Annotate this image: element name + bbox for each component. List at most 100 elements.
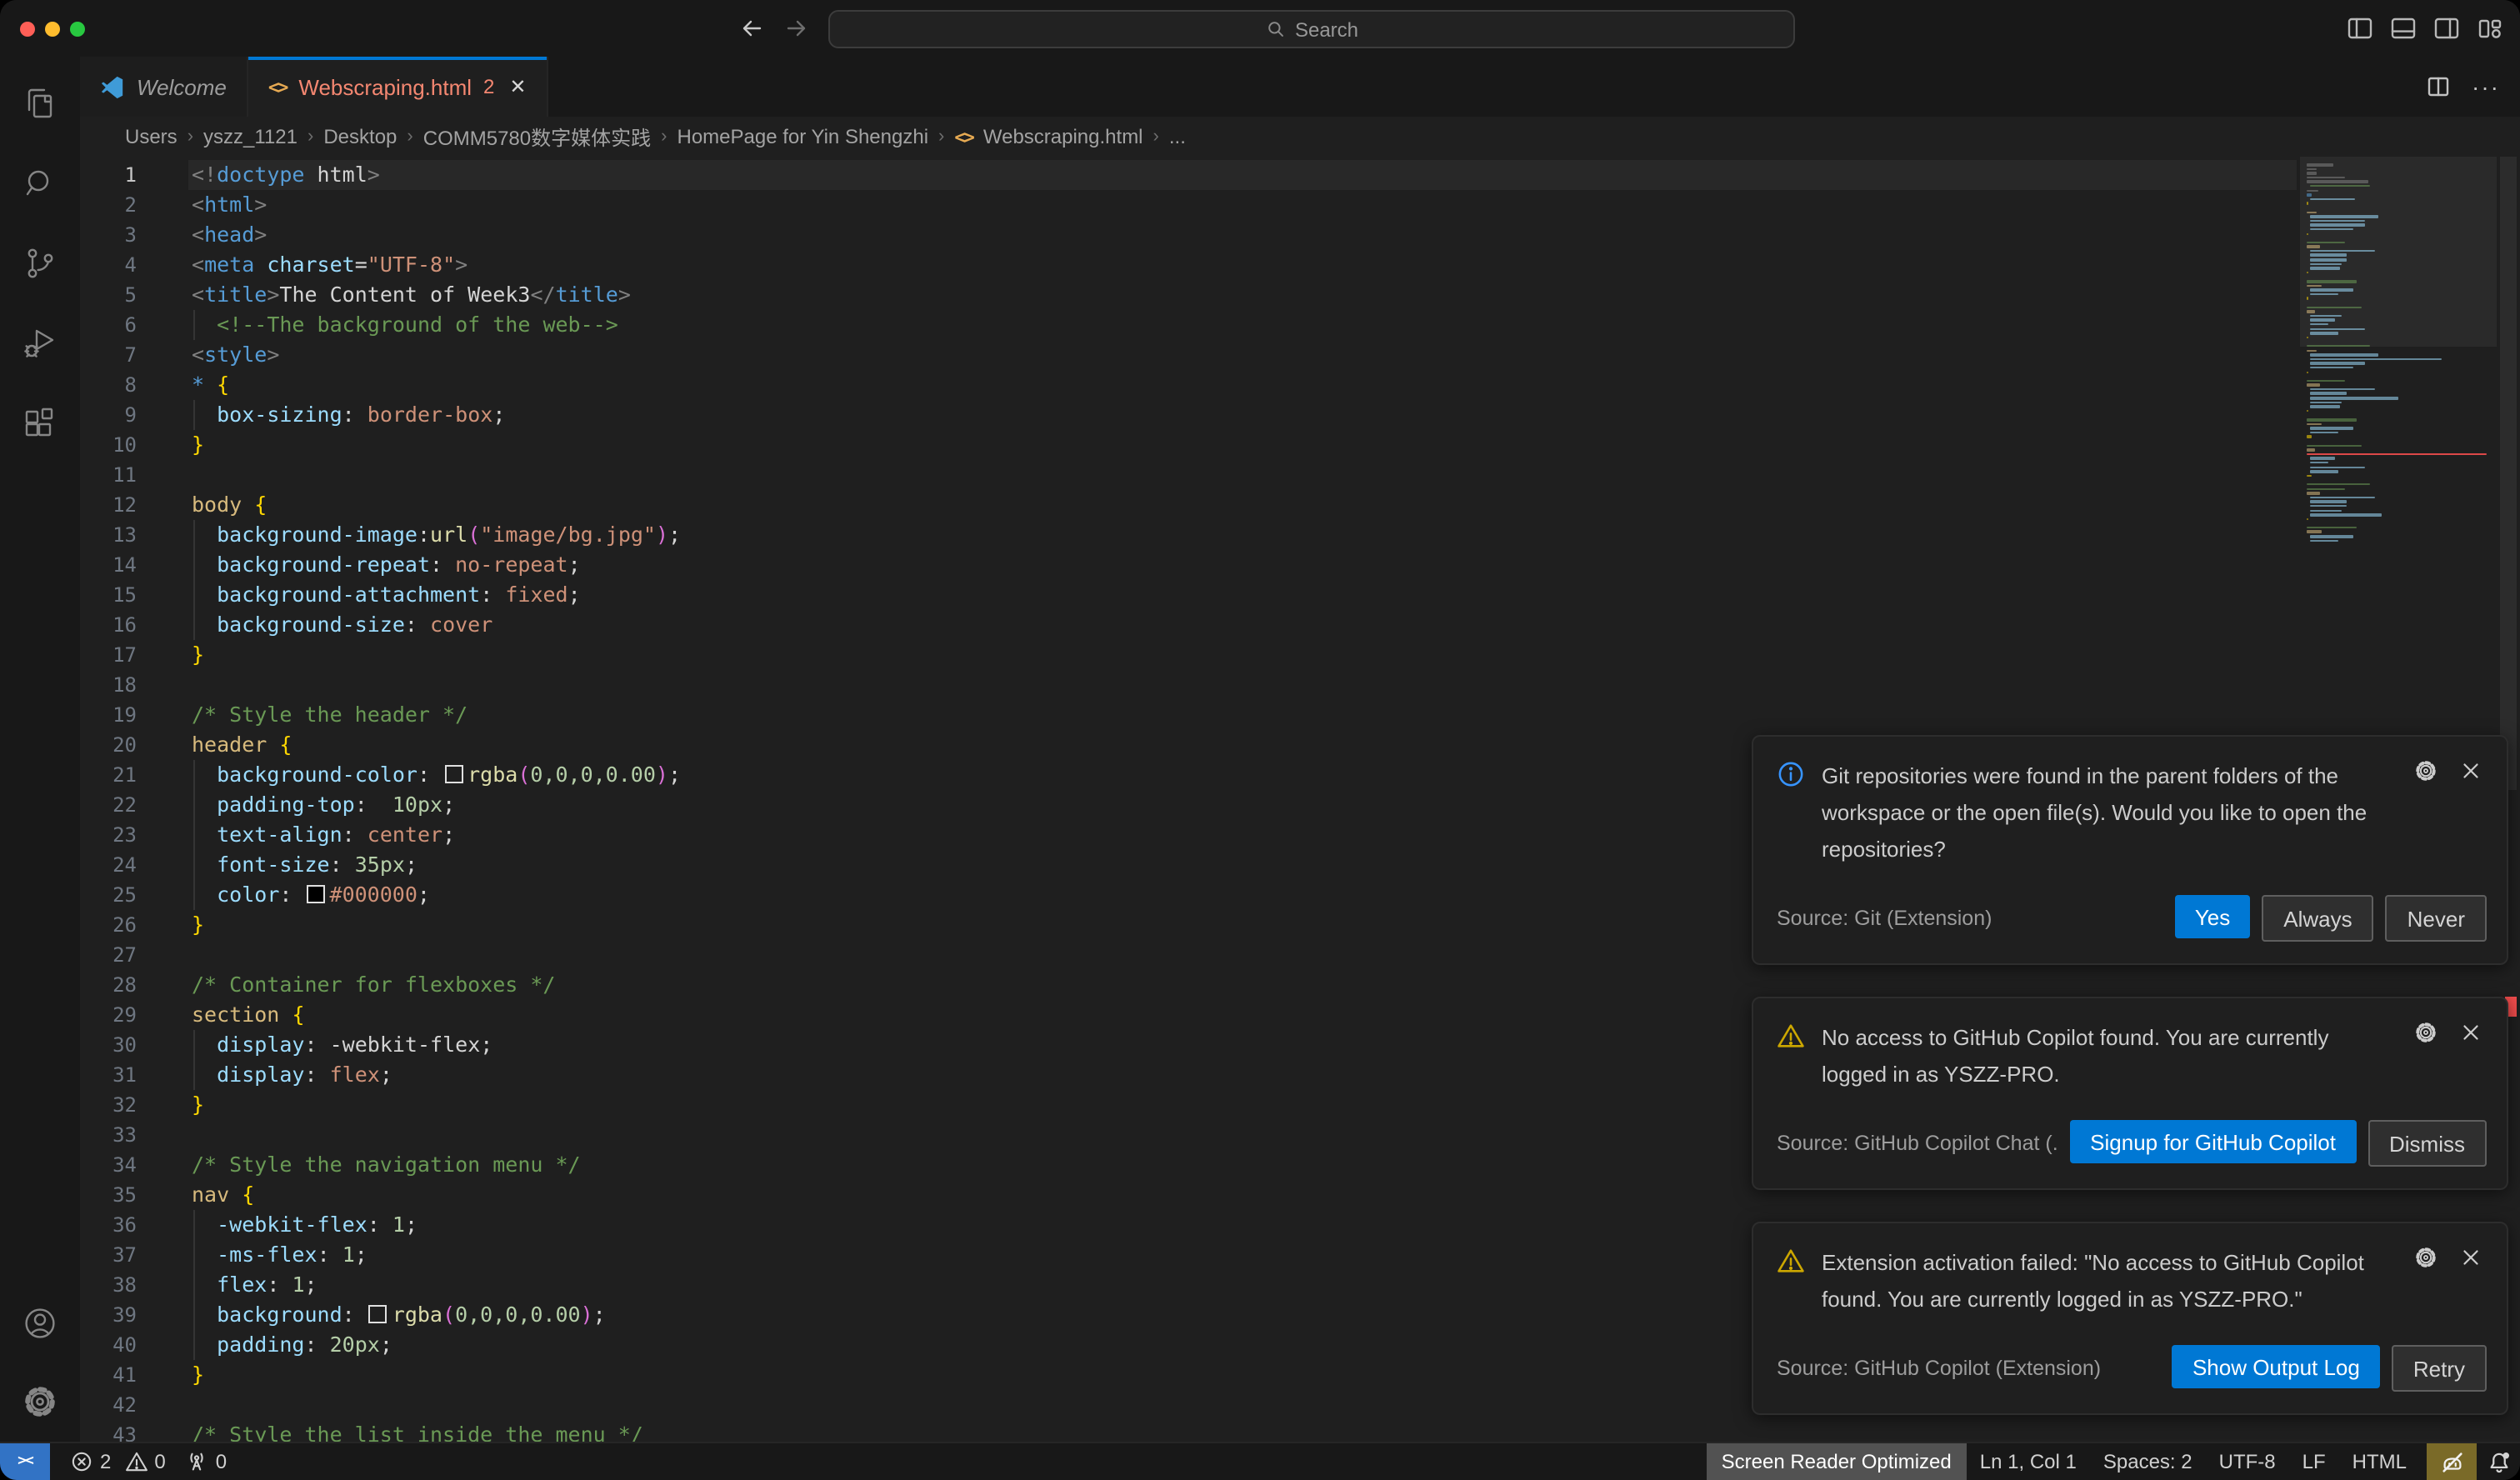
line-number: 24 (80, 850, 137, 880)
code-line[interactable]: 5<title>The Content of Week3</title> (80, 280, 2520, 310)
problems-indicator[interactable]: 2 0 (70, 1450, 166, 1473)
encoding-setting[interactable]: UTF-8 (2219, 1450, 2276, 1473)
code-line[interactable]: 7<style> (80, 340, 2520, 370)
code-line[interactable]: 1<!doctype html> (80, 160, 2520, 190)
toggle-panel-icon[interactable] (2390, 15, 2417, 42)
breadcrumb-item[interactable]: Desktop (323, 125, 397, 148)
command-center-search[interactable]: Search (828, 10, 1795, 48)
breadcrumb-item[interactable]: Webscraping.html (983, 125, 1143, 148)
code-line[interactable]: 2<html> (80, 190, 2520, 220)
code-line[interactable]: 11 (80, 460, 2520, 490)
breadcrumb-item[interactable]: HomePage for Yin Shengzhi (678, 125, 929, 148)
always-button[interactable]: Always (2262, 895, 2373, 942)
code-line[interactable]: 16 background-size: cover (80, 610, 2520, 640)
minimap-line (2307, 349, 2318, 352)
code-text: background-image:url("image/bg.jpg"); (192, 520, 681, 550)
code-line[interactable]: 17} (80, 640, 2520, 670)
show-output-log-button[interactable]: Show Output Log (2172, 1345, 2380, 1388)
dismiss-button[interactable]: Dismiss (2368, 1120, 2487, 1167)
code-text: display: -webkit-flex; (192, 1030, 492, 1060)
line-number: 32 (80, 1090, 137, 1120)
minimap-line (2307, 177, 2345, 179)
breadcrumb-item[interactable]: Users (125, 125, 178, 148)
retry-button[interactable]: Retry (2392, 1345, 2487, 1392)
source-control-icon[interactable] (0, 230, 78, 297)
errors-count: 2 (100, 1450, 111, 1473)
yes-button[interactable]: Yes (2175, 895, 2250, 938)
customize-layout-icon[interactable] (2477, 15, 2503, 42)
extensions-icon[interactable] (0, 390, 78, 457)
accounts-icon[interactable] (0, 1290, 78, 1357)
minimize-window-button[interactable] (45, 22, 60, 37)
breadcrumb-item[interactable]: COMM5780数字媒体实践 (423, 122, 651, 151)
scrollbar-thumb[interactable] (2500, 157, 2517, 790)
toggle-secondary-sidebar-icon[interactable] (2433, 15, 2460, 42)
run-and-debug-icon[interactable] (0, 310, 78, 377)
settings-gear-icon[interactable] (0, 1368, 78, 1435)
line-number: 43 (80, 1420, 137, 1443)
line-number: 34 (80, 1150, 137, 1180)
forward-arrow-icon[interactable] (783, 15, 810, 42)
color-decorator-swatch[interactable] (369, 1305, 388, 1323)
warnings-count: 0 (154, 1450, 165, 1473)
minimap-line (2307, 232, 2308, 235)
notification-gear-icon[interactable] (2413, 1245, 2438, 1270)
indentation-setting[interactable]: Spaces: 2 (2103, 1450, 2192, 1473)
notification-close-icon[interactable] (2458, 1245, 2483, 1270)
tab-welcome[interactable]: Welcome (80, 57, 248, 117)
toggle-primary-sidebar-icon[interactable] (2347, 15, 2373, 42)
code-line[interactable]: 19/* Style the header */ (80, 700, 2520, 730)
tab-webscraping-html[interactable]: <> Webscraping.html 2 ✕ (248, 57, 548, 117)
minimap-line (2311, 458, 2335, 460)
remote-indicator[interactable]: >< (0, 1443, 50, 1480)
search-sidebar-icon[interactable] (0, 150, 78, 217)
code-line[interactable]: 13 background-image:url("image/bg.jpg"); (80, 520, 2520, 550)
code-line[interactable]: 18 (80, 670, 2520, 700)
code-line[interactable]: 4<meta charset="UTF-8"> (80, 250, 2520, 280)
close-window-button[interactable] (20, 22, 35, 37)
notification-close-icon[interactable] (2458, 758, 2483, 783)
notification-gear-icon[interactable] (2413, 1020, 2438, 1045)
code-line[interactable]: 3<head> (80, 220, 2520, 250)
copilot-disabled-indicator[interactable] (2427, 1443, 2477, 1480)
line-number: 12 (80, 490, 137, 520)
line-number: 4 (80, 250, 137, 280)
zoom-window-button[interactable] (70, 22, 85, 37)
eol-setting[interactable]: LF (2302, 1450, 2326, 1473)
cursor-position[interactable]: Ln 1, Col 1 (1980, 1450, 2077, 1473)
more-actions-icon[interactable]: ··· (2472, 73, 2500, 100)
color-decorator-swatch[interactable] (444, 765, 462, 783)
notifications-bell-icon[interactable] (2477, 1443, 2520, 1480)
minimap-line (2307, 384, 2321, 387)
code-line[interactable]: 9 box-sizing: border-box; (80, 400, 2520, 430)
explorer-icon[interactable] (0, 70, 78, 137)
breadcrumb-item[interactable]: ... (1169, 125, 1186, 148)
line-number: 35 (80, 1180, 137, 1210)
signup-copilot-button[interactable]: Signup for GitHub Copilot (2070, 1120, 2356, 1163)
split-editor-icon[interactable] (2425, 73, 2452, 100)
minimap-line (2311, 258, 2348, 261)
code-line[interactable]: 43/* Style the list inside the menu */ (80, 1420, 2520, 1443)
minimap-line (2311, 319, 2335, 322)
notification-close-icon[interactable] (2458, 1020, 2483, 1045)
errors-icon (70, 1450, 93, 1473)
minimap-line (2311, 262, 2342, 265)
back-arrow-icon[interactable] (738, 15, 765, 42)
close-tab-icon[interactable]: ✕ (509, 75, 526, 98)
screen-reader-optimized-badge[interactable]: Screen Reader Optimized (1707, 1443, 1967, 1480)
color-decorator-swatch[interactable] (307, 885, 325, 903)
code-line[interactable]: 15 background-attachment: fixed; (80, 580, 2520, 610)
never-button[interactable]: Never (2386, 895, 2487, 942)
code-line[interactable]: 12body { (80, 490, 2520, 520)
line-number: 41 (80, 1360, 137, 1390)
ports-indicator[interactable]: 0 (186, 1450, 227, 1473)
language-mode[interactable]: HTML (2352, 1450, 2407, 1473)
notification-gear-icon[interactable] (2413, 758, 2438, 783)
breadcrumb-item[interactable]: yszz_1121 (203, 125, 298, 148)
code-line[interactable]: 6 <!--The background of the web--> (80, 310, 2520, 340)
code-line[interactable]: 8* { (80, 370, 2520, 400)
line-number: 28 (80, 970, 137, 1000)
minimap-line (2311, 496, 2376, 498)
code-line[interactable]: 10} (80, 430, 2520, 460)
code-line[interactable]: 14 background-repeat: no-repeat; (80, 550, 2520, 580)
